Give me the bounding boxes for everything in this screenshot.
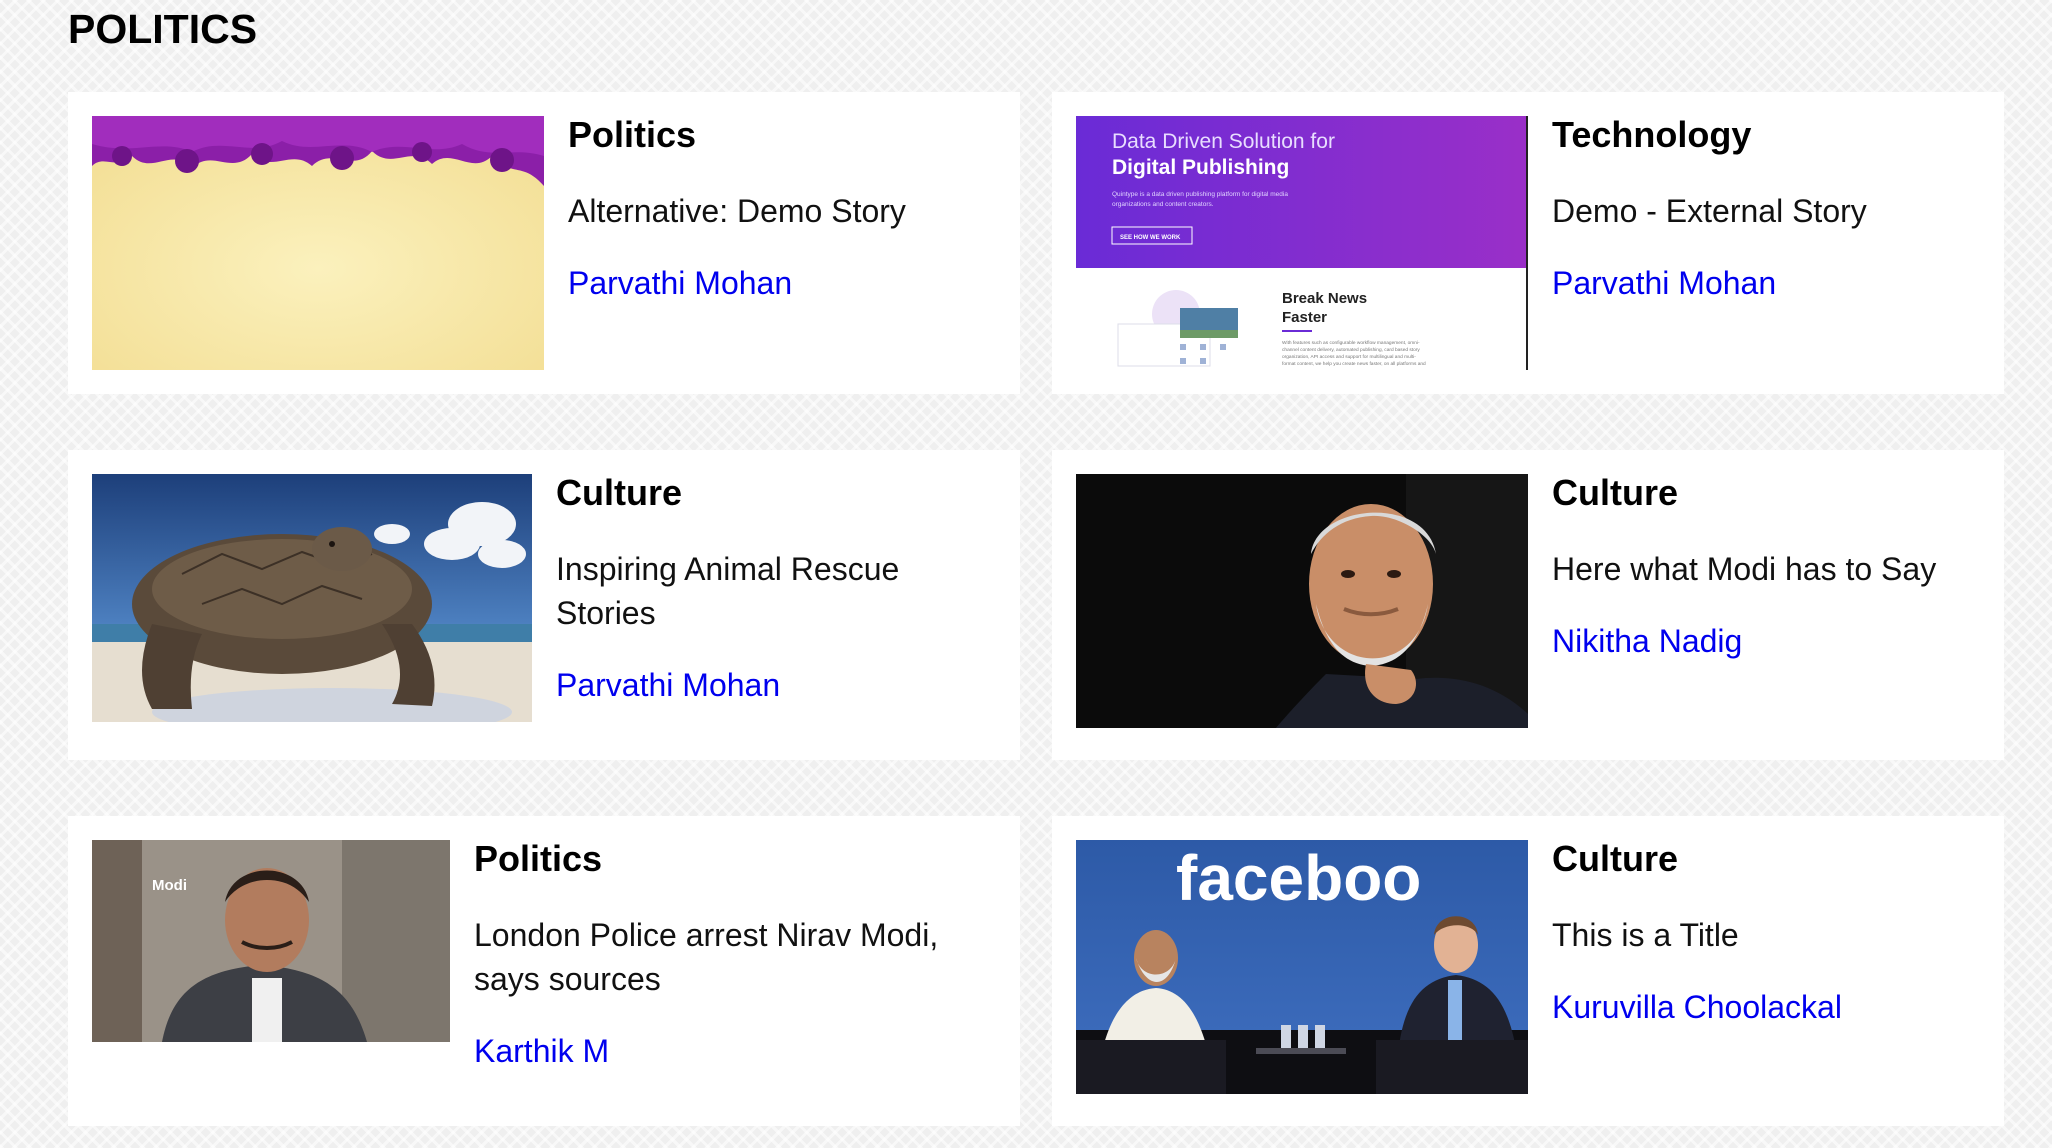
man-in-jacket-image: Modi [92,840,450,1042]
story-card[interactable]: faceboo Culture This is a Title Kuruvill… [1052,816,2004,1126]
story-headline[interactable]: Here what Modi has to Say [1552,547,1980,591]
image-text-line4: organizations and content creators. [1112,201,1214,208]
story-section-label: Culture [1552,838,1678,879]
story-headline[interactable]: This is a Title [1552,913,1980,957]
image-caption: Modi [152,877,187,894]
story-card[interactable]: Culture Here what Modi has to Say Nikith… [1052,450,2004,760]
story-card[interactable]: Modi Politics London Police arrest Nirav… [68,816,1020,1126]
website-screenshot-image: Data Driven Solution for Digital Publish… [1076,116,1528,370]
story-image[interactable] [92,116,544,370]
story-headline[interactable]: Alternative: Demo Story [568,189,996,233]
stage-talk-image: faceboo [1076,840,1528,1094]
section-title: POLITICS [68,6,258,52]
story-author-link[interactable]: Karthik M [474,1029,609,1073]
image-text-line2: Digital Publishing [1112,156,1289,179]
story-author-link[interactable]: Parvathi Mohan [1552,261,1776,305]
image-text-body2: channel content delivery, automated publ… [1282,347,1420,353]
image-text-body3: organization, API access and support for… [1282,354,1416,360]
story-section-label: Culture [1552,472,1678,513]
story-image[interactable] [1076,474,1528,728]
purple-feathers-image [92,116,544,370]
story-section-label: Politics [568,114,697,155]
story-card[interactable]: Politics Alternative: Demo Story Parvath… [68,92,1020,394]
story-headline[interactable]: Inspiring Animal Rescue Stories [556,547,956,635]
image-text-subhead2: Faster [1282,309,1327,326]
story-author-link[interactable]: Nikitha Nadig [1552,619,1742,663]
image-text-line1: Data Driven Solution for [1112,130,1335,153]
story-author-link[interactable]: Kuruvilla Choolackal [1552,985,1842,1029]
story-image[interactable]: Modi [92,840,450,1042]
story-card[interactable]: Data Driven Solution for Digital Publish… [1052,92,2004,394]
story-headline[interactable]: London Police arrest Nirav Modi, says so… [474,913,954,1001]
image-banner-text: faceboo [1176,842,1421,914]
portrait-image [1076,474,1528,728]
image-text-body1: With features such as configurable workf… [1282,340,1420,346]
story-section-label: Technology [1552,114,1752,155]
story-section-label: Culture [556,472,682,513]
story-card[interactable]: Culture Inspiring Animal Rescue Stories … [68,450,1020,760]
story-section-label: Politics [474,838,603,879]
image-text-line3: Quintype is a data driven publishing pla… [1112,191,1288,198]
story-image[interactable] [92,474,532,722]
story-image[interactable]: faceboo [1076,840,1528,1094]
image-text-button: SEE HOW WE WORK [1120,235,1181,241]
story-image[interactable]: Data Driven Solution for Digital Publish… [1076,116,1528,370]
story-author-link[interactable]: Parvathi Mohan [556,663,780,707]
image-text-subhead1: Break News [1282,290,1367,307]
story-headline[interactable]: Demo - External Story [1552,189,1980,233]
image-text-body4: format content, we help you create news … [1282,361,1426,367]
tortoise-image [92,474,532,722]
story-author-link[interactable]: Parvathi Mohan [568,261,792,305]
